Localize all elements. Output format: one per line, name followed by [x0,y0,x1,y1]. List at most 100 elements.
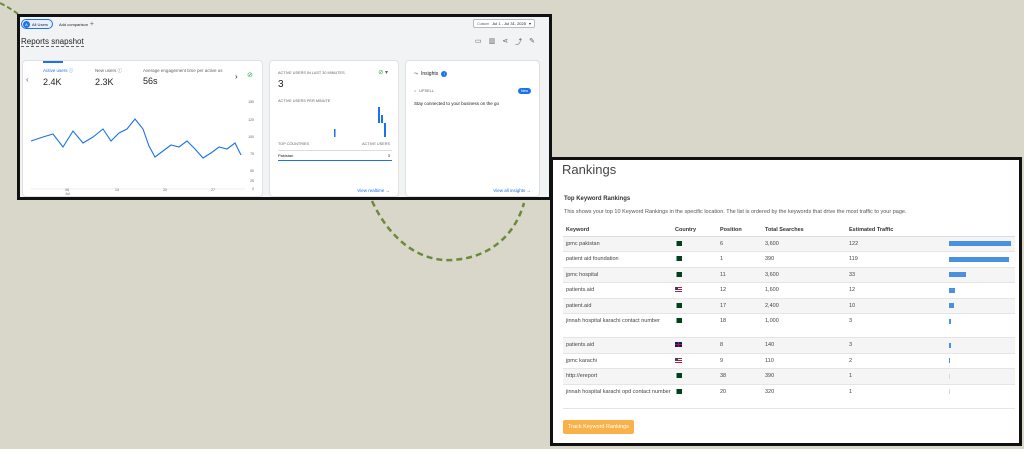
keyword-table: Keyword Country Position Total Searches … [563,224,1015,409]
traffic-cell: 2 [849,353,949,369]
traffic-bar-cell [949,236,1015,252]
table-row: patients.aid 8 140 3 [563,337,1015,354]
rankings-subtitle: Top Keyword Rankings [564,196,631,202]
traffic-bar-cell [949,353,1015,369]
insights-icon[interactable]: ⤴ [515,37,522,47]
traffic-bar [949,256,1010,262]
traffic-cell: 119 [849,251,949,268]
rankings-description: This shows your top 10 Keyword Rankings … [564,209,907,215]
plus-icon: + [89,20,95,28]
all-users-chip[interactable]: A All Users [21,19,54,29]
x-tick: 20 [163,188,167,192]
view-all-insights-link[interactable]: View all insights → [493,188,531,193]
rankings-title: Rankings [562,162,617,177]
position-cell: 6 [720,236,765,252]
y-tick: 120 [248,118,254,122]
traffic-bar [949,303,955,308]
table-row: jpmc pakistan 6 3,600 122 [563,236,1015,252]
customize-icon[interactable]: ▥ [489,37,496,47]
share-icon[interactable]: ⋖ [502,37,508,47]
us-flag-icon [675,287,682,293]
active-users-header: ACTIVE USERS [362,142,390,146]
y-tick: 0 [252,187,254,191]
traffic-bar-cell [949,298,1015,314]
divider [278,150,392,151]
position-cell: 20 [720,384,765,409]
col-position: Position [720,224,765,237]
view-realtime-link[interactable]: View realtime → [357,188,390,193]
per-minute-label: ACTIVE USERS PER MINUTE [278,99,331,103]
gb-flag-icon [675,342,682,348]
position-cell: 11 [720,267,765,283]
pk-flag-icon [675,271,682,277]
country-cell [675,368,720,385]
toolbar: ▭ ▥ ⋖ ⤴ ✎ [475,37,535,47]
traffic-bar-cell [949,384,1015,409]
searches-cell: 3,600 [765,236,849,252]
country-cell [675,353,720,369]
users-chart-card: Active users ⓘ 2.4K New users ⓘ 2.3K Ave… [22,60,263,197]
keyword-cell: patients.aid [563,337,675,354]
traffic-cell: 1 [849,384,949,409]
add-comparison-button[interactable]: Add comparison + [59,21,94,28]
position-cell: 9 [720,353,765,369]
col-country: Country [675,224,720,237]
comment-icon[interactable]: ▭ [475,37,482,47]
realtime-header: ACTIVE USERS IN LAST 30 MINUTES [278,71,345,75]
per-minute-bar-chart [334,107,386,137]
x-tick: 13 [115,188,119,192]
tag-icon: ⌂ [414,89,417,93]
traffic-bar-cell [949,368,1015,385]
country-cell: Pakistan [278,153,294,158]
searches-cell: 1,600 [765,282,849,299]
date-custom-label: Custom [477,21,490,26]
keyword-cell: jpmc karachi [563,353,675,369]
realtime-card: ACTIVE USERS IN LAST 30 MINUTES ⊘ ▾ 3 AC… [269,60,399,197]
audience-icon: A [23,20,30,28]
table-row: jpmc karachi 9 110 2 [563,353,1015,369]
pk-flag-icon [675,240,682,246]
col-estimated-traffic: Estimated Traffic [849,224,949,237]
traffic-bar-cell [949,251,1015,268]
country-cell [675,313,720,338]
traffic-bar-cell [949,267,1015,283]
searches-cell: 110 [765,353,849,369]
x-tick: 27 [211,188,215,192]
col-traffic-bar [949,224,1015,237]
table-row: jinnah hospital karachi contact number 18… [563,313,1015,338]
col-keyword: Keyword [563,224,675,237]
track-keyword-rankings-button[interactable]: Track Keyword Rankings [563,420,634,434]
row-bar [278,160,392,161]
traffic-cell: 33 [849,267,949,283]
table-row: patient aid foundation 1 390 119 [563,251,1015,268]
table-row: http://ereport 38 390 1 [563,368,1015,385]
country-cell [675,251,720,268]
status-check-icon[interactable]: ⊘ ▾ [378,69,388,76]
table-row: jinnah hospital karachi opd contact numb… [563,384,1015,409]
traffic-cell: 10 [849,298,949,314]
searches-cell: 2,400 [765,298,849,314]
pk-flag-icon [675,318,682,324]
keyword-cell: patient aid foundation [563,251,675,268]
traffic-bar [949,241,1011,246]
pk-flag-icon [675,373,682,379]
date-range-picker[interactable]: Custom Jul 1 - Jul 31, 2025 ▾ [473,19,535,28]
y-tick: 150 [248,100,254,104]
keyword-cell: patients.aid [563,282,675,299]
searches-cell: 1,000 [765,313,849,338]
traffic-cell: 122 [849,236,949,252]
traffic-bar [949,373,950,379]
edit-icon[interactable]: ✎ [529,37,535,47]
traffic-bar [949,287,956,293]
table-row: patient.aid 17 2,400 10 [563,298,1015,314]
keyword-cell: patient.aid [563,298,675,314]
traffic-cell: 3 [849,313,949,338]
position-cell: 38 [720,368,765,385]
country-cell [675,282,720,299]
insight-text[interactable]: Stay connected to your business on the g… [414,101,499,106]
us-flag-icon [675,357,682,363]
date-range-value: Jul 1 - Jul 31, 2025 [492,21,526,26]
users-cell: 3 [387,153,390,158]
keyword-cell: http://ereport [563,368,675,385]
traffic-bar [949,318,951,324]
